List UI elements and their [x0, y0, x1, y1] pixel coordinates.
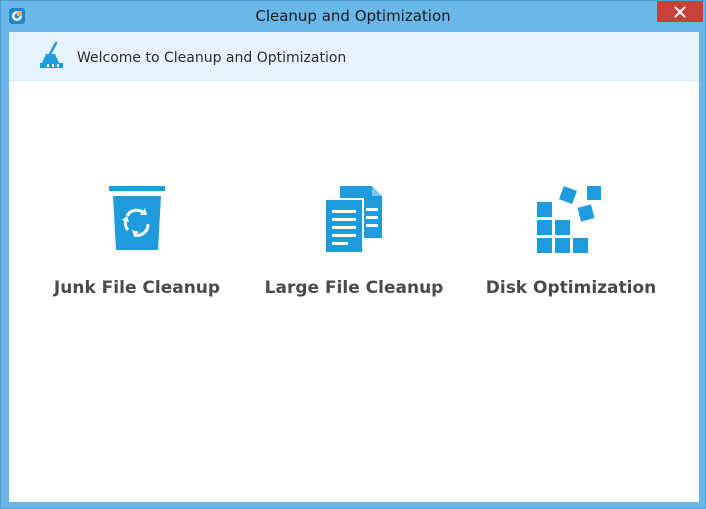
welcome-header: Welcome to Cleanup and Optimization [9, 32, 699, 81]
documents-icon [318, 184, 390, 256]
large-file-cleanup-option[interactable]: Large File Cleanup [244, 172, 464, 312]
blocks-icon [535, 184, 607, 256]
title-bar[interactable]: Cleanup and Optimization [1, 1, 705, 31]
welcome-text: Welcome to Cleanup and Optimization [77, 50, 347, 66]
client-area: Welcome to Cleanup and Optimization Junk… [9, 32, 699, 502]
disk-optimization-option[interactable]: Disk Optimization [461, 172, 681, 312]
recycle-bin-icon [101, 184, 173, 256]
large-file-cleanup-label: Large File Cleanup [264, 278, 444, 298]
junk-file-cleanup-option[interactable]: Junk File Cleanup [27, 172, 247, 312]
window-title: Cleanup and Optimization [255, 7, 451, 25]
disk-optimization-label: Disk Optimization [485, 278, 657, 298]
junk-file-cleanup-label: Junk File Cleanup [53, 278, 221, 298]
app-window: Cleanup and Optimization Welcome to Clea… [0, 0, 706, 509]
broom-icon [39, 41, 65, 69]
close-icon [674, 5, 686, 18]
close-button[interactable] [657, 1, 703, 22]
